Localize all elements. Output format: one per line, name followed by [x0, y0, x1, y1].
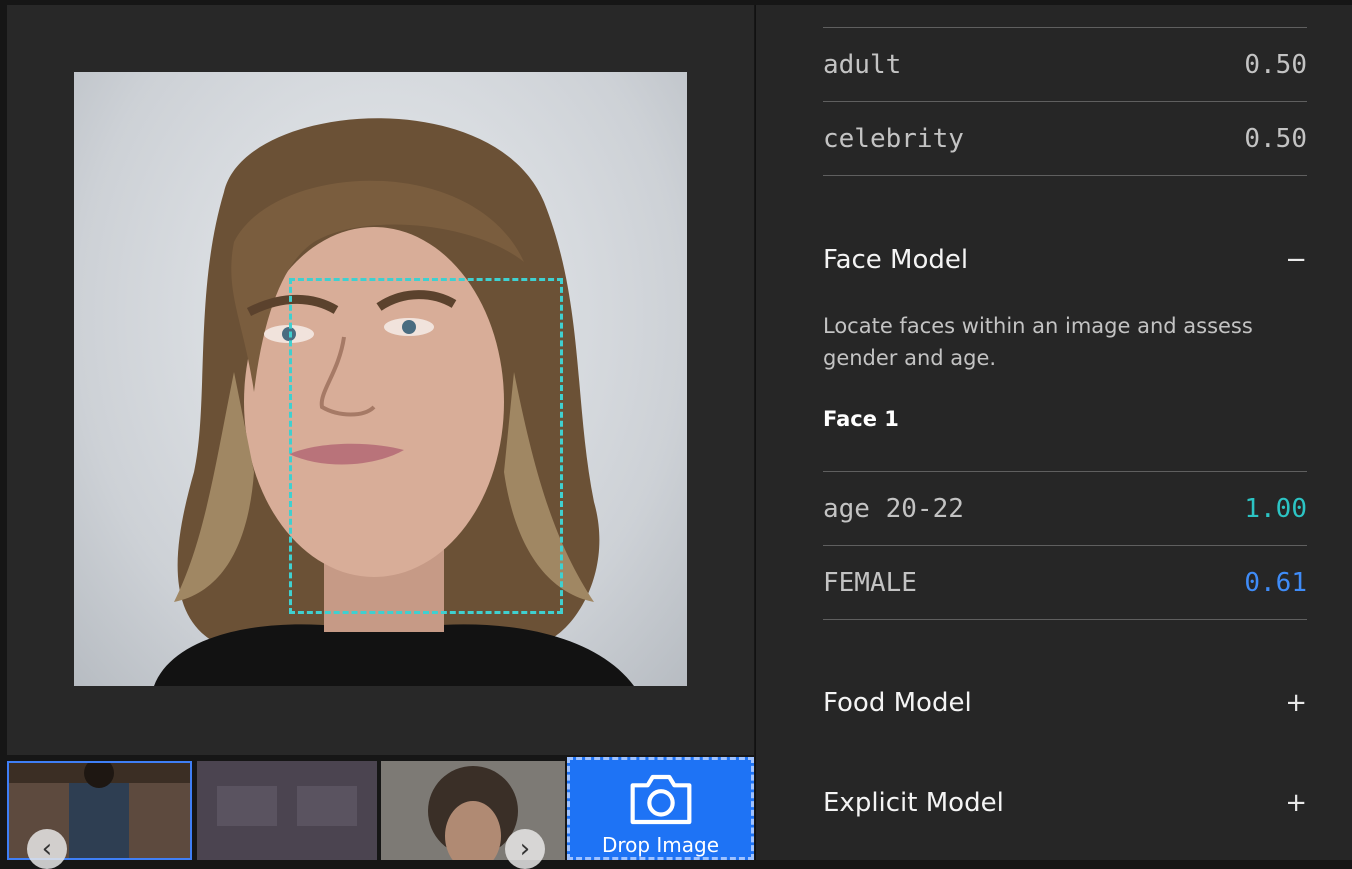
classifier-name: adult: [823, 49, 902, 80]
face-1-label: Face 1: [823, 407, 899, 431]
food-model-header[interactable]: Food Model +: [823, 688, 1307, 718]
explicit-model-header[interactable]: Explicit Model +: [823, 788, 1307, 818]
analyzed-photo: [74, 72, 687, 686]
classifier-row-adult: adult 0.50: [823, 28, 1307, 102]
thumbnail-strip: ‹ › Drop Image: [7, 757, 755, 869]
face-attribute-score: 0.61: [1244, 567, 1307, 598]
food-model-title: Food Model: [823, 688, 972, 718]
results-panel: adult 0.50 celebrity 0.50 Face Model − L…: [755, 5, 1352, 860]
face-model-header[interactable]: Face Model −: [823, 245, 1307, 275]
face-row-age: age 20-22 1.00: [823, 472, 1307, 546]
expand-icon[interactable]: +: [1285, 788, 1307, 818]
classifier-score: 0.50: [1244, 123, 1307, 154]
explicit-model-title: Explicit Model: [823, 788, 1004, 818]
next-thumbnail-button[interactable]: ›: [505, 829, 545, 869]
classifier-score: 0.50: [1244, 49, 1307, 80]
collapse-icon[interactable]: −: [1285, 245, 1307, 275]
face-attribute-name: FEMALE: [823, 567, 917, 598]
face-attribute-name: age 20-22: [823, 493, 964, 524]
camera-icon: [630, 774, 691, 825]
thumbnail-2[interactable]: [197, 761, 377, 860]
expand-icon[interactable]: +: [1285, 688, 1307, 718]
face-model-description: Locate faces within an image and assess …: [823, 314, 1253, 370]
classifier-name: celebrity: [823, 123, 964, 154]
face-row-gender: FEMALE 0.61: [823, 546, 1307, 620]
drop-image-label: Drop Image: [601, 833, 720, 857]
face-model-title: Face Model: [823, 245, 969, 275]
prev-thumbnail-button[interactable]: ‹: [27, 829, 67, 869]
classifier-row-celebrity: celebrity 0.50: [823, 102, 1307, 176]
face-bounding-box: [289, 278, 563, 614]
face-attribute-score: 1.00: [1244, 493, 1307, 524]
thumbnail-2-image: [197, 761, 377, 860]
image-viewer: [7, 5, 754, 755]
drop-image-tile[interactable]: Drop Image: [567, 757, 754, 860]
